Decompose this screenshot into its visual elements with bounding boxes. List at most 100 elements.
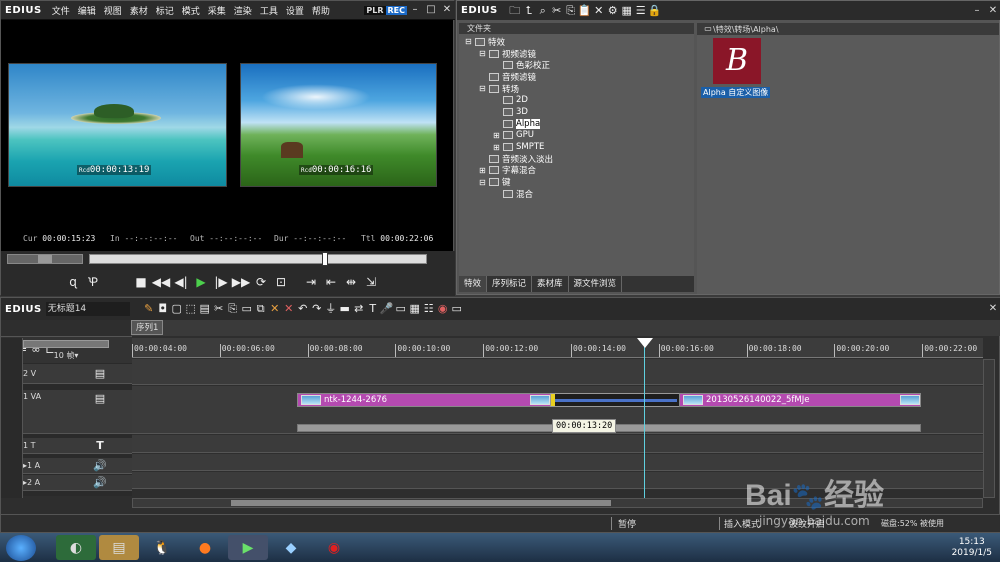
effect-thumbnail[interactable]: B — [713, 38, 761, 84]
track-1a[interactable] — [132, 454, 983, 471]
tree-item[interactable]: Alpha — [465, 118, 553, 130]
track-2v[interactable] — [132, 359, 983, 385]
track-header-1a[interactable]: ▸1 A 🔊 — [23, 458, 132, 474]
menu-item[interactable]: 帮助 — [308, 4, 334, 17]
taskbar-app-edius[interactable]: ▶ — [228, 535, 268, 560]
lock-icon[interactable]: 🔒 — [648, 4, 662, 18]
menu-item[interactable]: 编辑 — [74, 4, 100, 17]
timeline-close-button[interactable]: ✕ — [985, 302, 1000, 316]
tree-item[interactable]: ⊞ 字幕混合 — [465, 165, 553, 177]
step-back-icon[interactable]: ◀| — [171, 274, 191, 290]
expand-icon[interactable]: ⊞ — [479, 166, 489, 175]
track-visible-icon[interactable]: ▤ — [93, 392, 107, 406]
mixer-icon[interactable]: ☷ — [422, 302, 436, 316]
ripple-icon[interactable]: ▬ — [338, 302, 352, 316]
redo-icon[interactable]: ↷ — [310, 302, 324, 316]
record-icon[interactable]: ◉ — [436, 302, 450, 316]
delete-icon[interactable]: ✕ — [592, 4, 606, 18]
link-icon[interactable]: ⇄ — [352, 302, 366, 316]
zoom-level[interactable]: 10 帧 ▾ — [23, 350, 109, 360]
tree-item[interactable]: ⊟ 特效 — [465, 36, 553, 48]
menu-item[interactable]: 设置 — [282, 4, 308, 17]
clip-20130526[interactable]: 20130526140022_5fMJe — [679, 393, 921, 407]
effect-label[interactable]: Alpha 自定义图像 — [701, 87, 771, 98]
title-track-icon[interactable]: T — [93, 439, 107, 453]
taskbar-app-qq[interactable]: 🐧 — [142, 535, 182, 560]
tab-effects[interactable]: 特效 — [459, 276, 488, 292]
tree-item[interactable]: 2D — [465, 94, 553, 106]
tab-sequence-1[interactable]: 序列1 — [131, 320, 164, 335]
rec-mode-button[interactable]: REC — [385, 5, 407, 15]
tree-item[interactable]: 音频淡入淡出 — [465, 153, 553, 165]
folder-icon[interactable]: 🗀 — [508, 4, 522, 18]
match-frame-icon[interactable]: ⇲ — [361, 274, 381, 290]
project-name[interactable]: 无标题14 — [45, 302, 130, 316]
menu-item[interactable]: 素材 — [126, 4, 152, 17]
tree-item[interactable]: 混合 — [465, 188, 553, 200]
menu-item[interactable]: 工具 — [256, 4, 282, 17]
mic-icon[interactable]: 🎤 — [380, 302, 394, 316]
vertical-scrollbar[interactable] — [983, 359, 995, 498]
track-header-1t[interactable]: 1 TT — [23, 438, 132, 454]
window-icon[interactable]: ▭ — [450, 302, 464, 316]
wand-icon[interactable]: ✎ — [142, 302, 156, 316]
menu-item[interactable]: 视图 — [100, 4, 126, 17]
bin-minimize-button[interactable]: – — [969, 4, 985, 18]
time-ruler[interactable]: 00:00:04:00 00:00:06:00 00:00:08:00 00:00:1… — [132, 338, 983, 358]
bin-close-button[interactable]: ✕ — [985, 4, 1000, 18]
tab-sequence-markers[interactable]: 序列标记 — [487, 276, 533, 292]
expand-icon[interactable]: ⊟ — [479, 49, 489, 58]
output-icon[interactable]: ⊡ — [271, 274, 291, 290]
play-icon[interactable]: ▶ — [191, 274, 211, 290]
transition-handle[interactable] — [551, 394, 555, 406]
tab-bin[interactable]: 素材库 — [532, 276, 569, 292]
menu-item[interactable]: 采集 — [204, 4, 230, 17]
loop-icon[interactable]: ⟳ — [251, 274, 271, 290]
cut-icon[interactable]: ✂ — [550, 4, 564, 18]
taskbar-app-browser[interactable]: ◐ — [56, 535, 96, 560]
paste-icon[interactable]: ▭ — [240, 302, 254, 316]
tree-item[interactable]: ⊟ 转场 — [465, 83, 553, 95]
cut-icon[interactable]: ✂ — [212, 302, 226, 316]
save-icon[interactable]: ▤ — [198, 302, 212, 316]
expand-icon[interactable]: ⊞ — [493, 143, 503, 152]
copy-icon[interactable]: ⎘ — [226, 302, 240, 316]
shuttle-handle[interactable] — [38, 255, 52, 263]
up-folder-icon[interactable]: ⮤ — [522, 4, 536, 18]
track-header-1va[interactable]: 1 VA ▤ — [23, 390, 132, 434]
view-icon[interactable]: ▦ — [620, 4, 634, 18]
close-button[interactable]: ✕ — [439, 3, 455, 17]
shuttle-slider[interactable] — [7, 254, 83, 264]
delete-icon[interactable]: ✕ — [268, 302, 282, 316]
taskbar-app-notes[interactable]: ◆ — [271, 535, 311, 560]
maximize-button[interactable]: □ — [423, 3, 439, 17]
rewind-icon[interactable]: ◀◀ — [151, 274, 171, 290]
tree-item[interactable]: 3D — [465, 106, 553, 118]
tree-item[interactable]: ⊟ 视频滤镜 — [465, 48, 553, 60]
undo-icon[interactable]: ↶ — [296, 302, 310, 316]
expand-icon[interactable]: ⊟ — [479, 178, 489, 187]
tree-item[interactable]: ⊞ SMPTE — [465, 141, 553, 153]
paste-icon[interactable]: 📋 — [578, 4, 592, 18]
ripple-delete-icon[interactable]: ✕ — [282, 302, 296, 316]
transition-alpha[interactable] — [550, 393, 680, 407]
expand-icon[interactable]: ⊞ — [493, 131, 503, 140]
track-header-2a[interactable]: ▸2 A 🔊 — [23, 475, 132, 491]
marker-icon[interactable]: ⏚ — [324, 302, 338, 316]
menu-item[interactable]: 模式 — [178, 4, 204, 17]
stop-icon[interactable]: ■ — [131, 274, 151, 290]
tab-source-browser[interactable]: 源文件浏览 — [569, 276, 623, 292]
track-header-2v[interactable]: 2 V ▤ — [23, 364, 132, 384]
track-1t[interactable] — [132, 435, 983, 453]
render-icon[interactable]: ▭ — [394, 302, 408, 316]
taskbar-app-explorer[interactable]: ▤ — [99, 535, 139, 560]
new-icon[interactable]: ▢ — [170, 302, 184, 316]
menu-item[interactable]: 文件 — [48, 4, 74, 17]
split-icon[interactable]: ⇹ — [341, 274, 361, 290]
fast-forward-icon[interactable]: ▶▶ — [231, 274, 251, 290]
copy-icon[interactable]: ⎘ — [564, 4, 578, 18]
taskbar-app-firefox[interactable]: ● — [185, 535, 225, 560]
list-icon[interactable]: ☰ — [634, 4, 648, 18]
speaker-icon[interactable]: 🔊 — [93, 476, 107, 490]
expand-icon[interactable]: ⊟ — [465, 37, 475, 46]
